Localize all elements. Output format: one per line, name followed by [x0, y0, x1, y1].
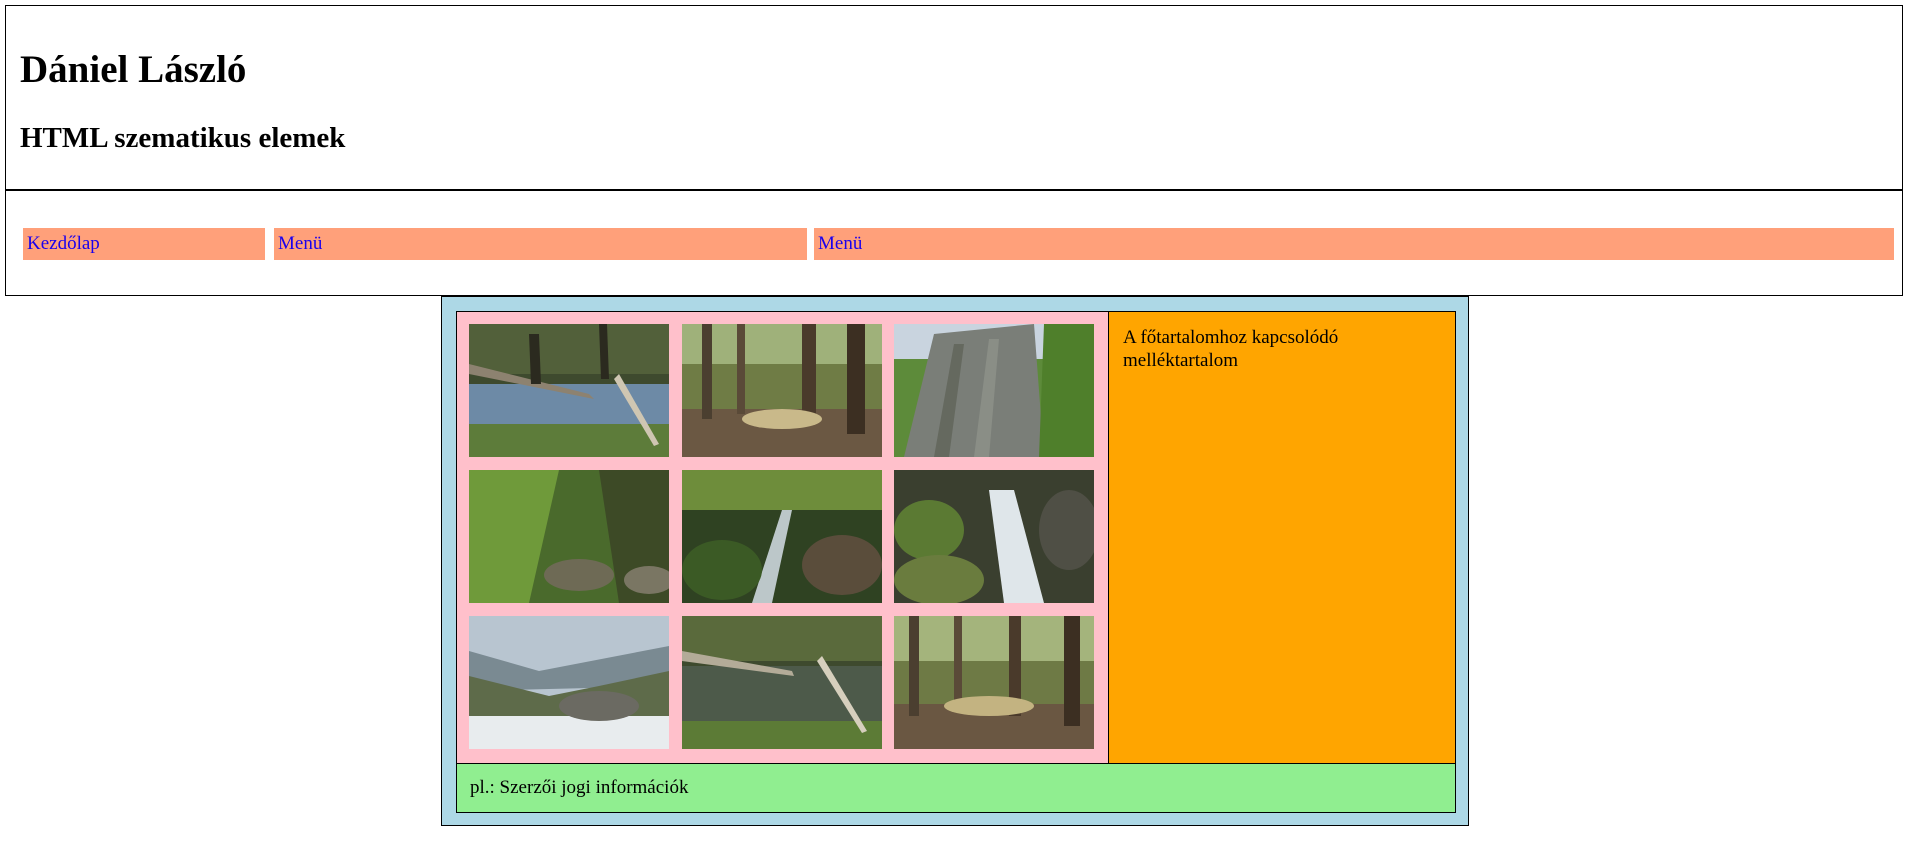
nav-link-menu-1[interactable]: Menü	[274, 228, 807, 260]
mossy-stream-photo	[682, 470, 882, 603]
waterfall-rocks-photo	[894, 470, 1094, 603]
nav-link-menu-2[interactable]: Menü	[814, 228, 1894, 260]
main-content-gallery	[456, 311, 1109, 764]
main-nav: Kezdőlap Menü Menü	[5, 190, 1903, 296]
forest-path-photo	[682, 324, 882, 457]
fallen-trees-pond-photo	[682, 616, 882, 749]
page-header: Dániel László HTML szematikus elemek	[5, 5, 1903, 190]
mountain-valley-snow-photo	[469, 616, 669, 749]
aside-content: A főtartalomhoz kapcsolódó melléktartalo…	[1108, 311, 1456, 764]
fallen-trees-stream-photo	[469, 324, 669, 457]
site-title: Dániel László	[20, 48, 247, 91]
fern-gorge-photo	[469, 470, 669, 603]
nav-link-home[interactable]: Kezdőlap	[23, 228, 265, 260]
forest-clearing-photo	[894, 616, 1094, 749]
site-subtitle: HTML szematikus elemek	[20, 122, 346, 154]
content-wrapper: A főtartalomhoz kapcsolódó melléktartalo…	[441, 296, 1469, 826]
rock-cliff-photo	[894, 324, 1094, 457]
page-footer: pl.: Szerzői jogi információk	[456, 763, 1456, 813]
